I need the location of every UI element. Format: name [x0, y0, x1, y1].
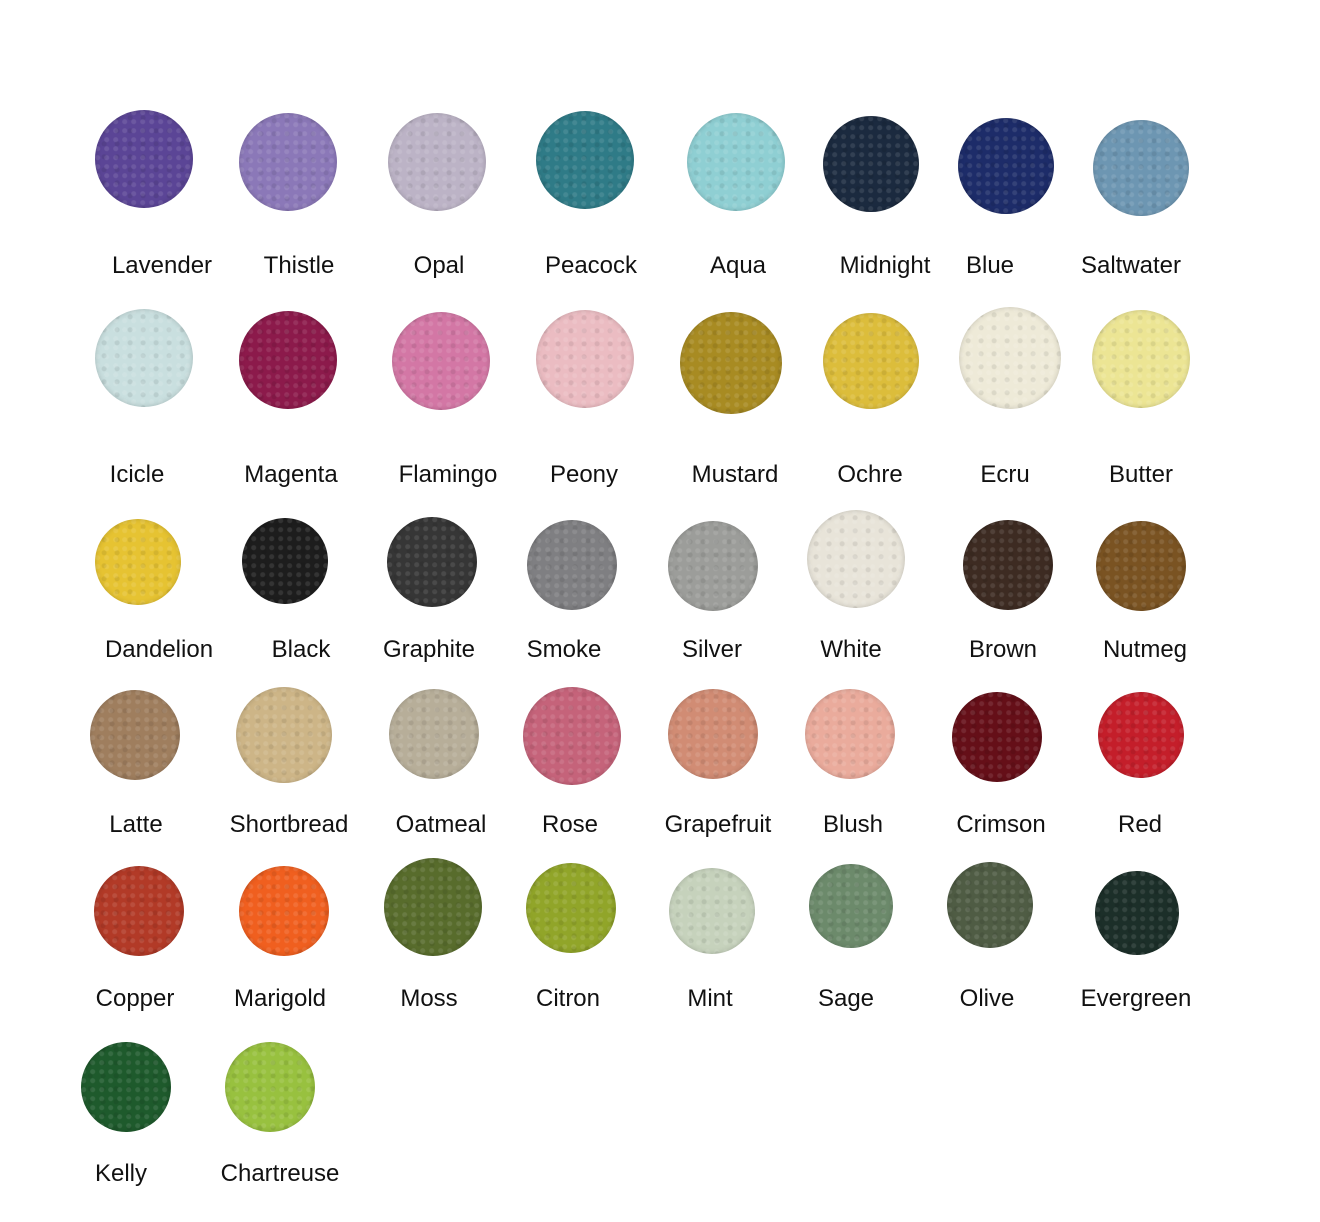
swatch-blush [805, 689, 895, 779]
swatch-ecru [959, 307, 1061, 409]
swatch-peacock [536, 111, 634, 209]
swatch-citron [526, 863, 616, 953]
swatch-shortbread [236, 687, 332, 783]
swatch-grapefruit [668, 689, 758, 779]
swatch-icicle [95, 309, 193, 407]
swatch-label-opal: Opal [413, 252, 465, 279]
swatch-label-olive: Olive [959, 985, 1015, 1012]
swatch-saltwater [1093, 120, 1189, 216]
swatch-peony [536, 310, 634, 408]
swatch-label-lavender: Lavender [111, 252, 213, 279]
swatch-label-latte: Latte [109, 811, 163, 838]
swatch-brown [963, 520, 1053, 610]
swatch-label-silver: Silver [681, 636, 743, 663]
swatch-black [242, 518, 328, 604]
swatch-label-crimson: Crimson [956, 811, 1046, 838]
swatch-label-citron: Citron [535, 985, 601, 1012]
swatch-opal [388, 113, 486, 211]
swatch-label-moss: Moss [400, 985, 458, 1012]
swatch-label-mint: Mint [687, 985, 733, 1012]
swatch-label-aqua: Aqua [709, 252, 767, 279]
swatch-label-ecru: Ecru [980, 461, 1030, 488]
swatch-mint [669, 868, 755, 954]
swatch-label-black: Black [271, 636, 331, 663]
swatch-aqua [687, 113, 785, 211]
color-swatch-sheet: Lavender Thistle Opal Peacock Aqua Midnight Bl… [0, 0, 1320, 1222]
swatch-label-oatmeal: Oatmeal [395, 811, 487, 838]
swatch-label-mustard: Mustard [691, 461, 779, 488]
swatch-label-evergreen: Evergreen [1080, 985, 1192, 1012]
swatch-lavender [95, 110, 193, 208]
swatch-copper [94, 866, 184, 956]
swatch-nutmeg [1096, 521, 1186, 611]
swatch-oatmeal [389, 689, 479, 779]
swatch-label-marigold: Marigold [233, 985, 327, 1012]
swatch-smoke [527, 520, 617, 610]
swatch-label-sage: Sage [817, 985, 875, 1012]
swatch-magenta [239, 311, 337, 409]
swatch-label-rose: Rose [541, 811, 599, 838]
swatch-label-magenta: Magenta [244, 461, 338, 488]
swatch-label-blue: Blue [965, 252, 1015, 279]
swatch-label-kelly: Kelly [94, 1160, 148, 1187]
swatch-label-ochre: Ochre [837, 461, 903, 488]
swatch-dandelion [95, 519, 181, 605]
swatch-label-peacock: Peacock [544, 252, 638, 279]
swatch-latte [90, 690, 180, 780]
swatch-flamingo [392, 312, 490, 410]
swatch-label-chartreuse: Chartreuse [220, 1160, 340, 1187]
swatch-blue [958, 118, 1054, 214]
swatch-label-peony: Peony [549, 461, 619, 488]
swatch-silver [668, 521, 758, 611]
swatch-mustard [680, 312, 782, 414]
swatch-sage [809, 864, 893, 948]
swatch-label-copper: Copper [95, 985, 175, 1012]
swatch-marigold [239, 866, 329, 956]
swatch-chartreuse [225, 1042, 315, 1132]
swatch-label-midnight: Midnight [839, 252, 931, 279]
swatch-label-nutmeg: Nutmeg [1102, 636, 1188, 663]
swatch-label-brown: Brown [968, 636, 1038, 663]
swatch-graphite [387, 517, 477, 607]
swatch-rose [523, 687, 621, 785]
swatch-label-shortbread: Shortbread [229, 811, 349, 838]
swatch-label-blush: Blush [822, 811, 884, 838]
swatch-kelly [81, 1042, 171, 1132]
swatch-label-icicle: Icicle [109, 461, 165, 488]
swatch-label-thistle: Thistle [263, 252, 335, 279]
swatch-label-butter: Butter [1108, 461, 1174, 488]
swatch-label-dandelion: Dandelion [104, 636, 214, 663]
swatch-red [1098, 692, 1184, 778]
swatch-moss [384, 858, 482, 956]
swatch-ochre [823, 313, 919, 409]
swatch-midnight [823, 116, 919, 212]
swatch-white [807, 510, 905, 608]
swatch-thistle [239, 113, 337, 211]
swatch-olive [947, 862, 1033, 948]
swatch-label-flamingo: Flamingo [398, 461, 498, 488]
swatch-label-smoke: Smoke [526, 636, 602, 663]
swatch-label-saltwater: Saltwater [1080, 252, 1182, 279]
swatch-label-graphite: Graphite [382, 636, 476, 663]
swatch-label-red: Red [1117, 811, 1163, 838]
swatch-crimson [952, 692, 1042, 782]
swatch-label-white: White [820, 636, 882, 663]
swatch-butter [1092, 310, 1190, 408]
swatch-label-grapefruit: Grapefruit [664, 811, 772, 838]
swatch-evergreen [1095, 871, 1179, 955]
